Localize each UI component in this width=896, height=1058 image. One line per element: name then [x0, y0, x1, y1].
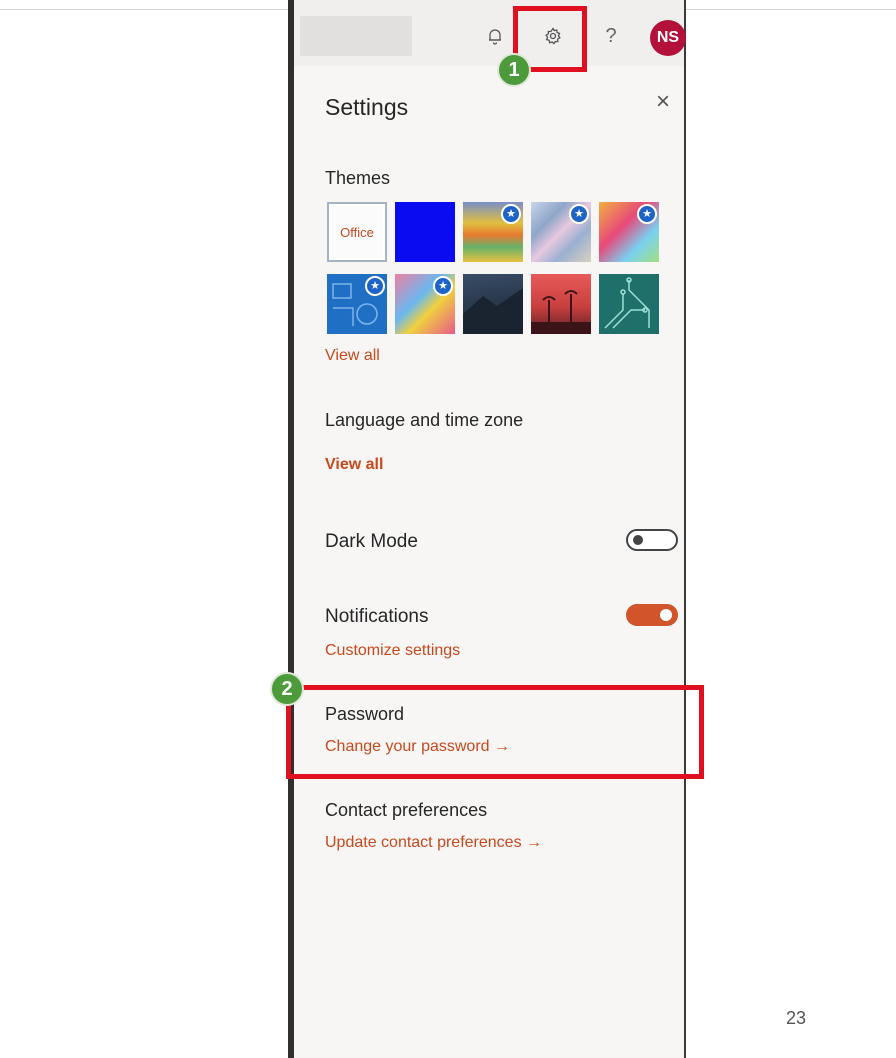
star-icon: ★ — [365, 276, 385, 296]
star-icon: ★ — [569, 204, 589, 224]
palms-pattern — [531, 290, 591, 334]
themes-view-all-link[interactable]: View all — [325, 347, 380, 365]
page-number: 23 — [786, 1008, 807, 1028]
contact-preferences-link[interactable]: Update contact preferences → — [325, 834, 542, 852]
theme-abstract[interactable]: ★ — [531, 202, 591, 262]
theme-office[interactable]: Office — [327, 202, 387, 262]
notifications-label: Notifications — [325, 606, 429, 627]
close-icon[interactable]: × — [656, 90, 670, 114]
notifications-toggle[interactable] — [626, 604, 678, 626]
highlight-box-password — [286, 685, 704, 779]
theme-colorful[interactable]: ★ — [395, 274, 455, 334]
theme-blue[interactable] — [395, 202, 455, 262]
step-badge-1: 1 — [497, 53, 531, 87]
mountain-pattern — [463, 288, 523, 334]
bell-icon[interactable] — [483, 24, 507, 48]
dark-mode-label: Dark Mode — [325, 531, 418, 552]
circuit-pattern — [604, 277, 650, 329]
star-icon: ★ — [433, 276, 453, 296]
theme-office-label: Office — [340, 224, 374, 240]
language-view-all-link[interactable]: View all — [325, 456, 383, 474]
theme-palms[interactable] — [531, 274, 591, 334]
theme-mountain[interactable] — [463, 274, 523, 334]
theme-stripes[interactable]: ★ — [463, 202, 523, 262]
theme-grid: Office ★ ★ ★ ★ ★ — [327, 202, 667, 338]
theme-blueprint[interactable]: ★ — [327, 274, 387, 334]
toggle-knob — [633, 535, 643, 545]
star-icon: ★ — [637, 204, 657, 224]
theme-unicorn[interactable]: ★ — [599, 202, 659, 262]
toggle-knob — [660, 609, 672, 621]
themes-heading: Themes — [325, 168, 391, 188]
step-badge-2: 2 — [270, 672, 304, 706]
avatar[interactable]: NS — [650, 20, 686, 56]
customize-settings-link[interactable]: Customize settings — [325, 642, 460, 660]
dark-mode-toggle[interactable] — [626, 529, 678, 551]
help-icon[interactable]: ? — [599, 24, 623, 48]
star-icon: ★ — [501, 204, 521, 224]
theme-circuit[interactable] — [599, 274, 659, 334]
contact-heading: Contact preferences — [325, 800, 488, 820]
settings-panel: ? NS Settings × Themes Office ★ ★ ★ ★ ★ — [288, 0, 686, 1058]
settings-title: Settings — [325, 94, 409, 120]
language-heading: Language and time zone — [325, 410, 524, 430]
search-box[interactable] — [300, 16, 412, 56]
top-bar: ? NS — [294, 0, 686, 66]
